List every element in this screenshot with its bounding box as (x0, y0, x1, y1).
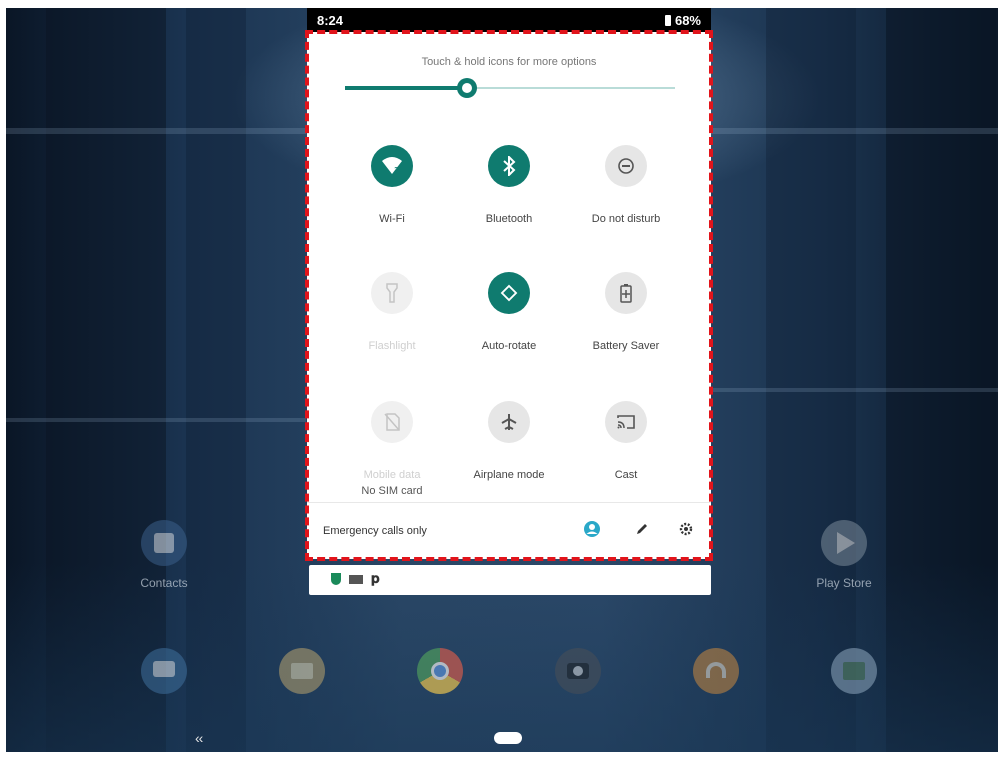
app-email[interactable] (272, 648, 332, 694)
tile-label: Auto-rotate (481, 340, 537, 352)
tile-auto-rotate[interactable]: Auto-rotate (444, 272, 574, 355)
tile-label: Cast (614, 469, 638, 481)
tile-label: Do not disturb (591, 213, 661, 225)
svg-text:?: ? (394, 166, 399, 176)
battery-indicator: 68% (664, 13, 701, 28)
app-gallery[interactable] (824, 648, 884, 694)
bluetooth-icon (488, 145, 530, 187)
app-camera[interactable] (548, 648, 608, 694)
auto-rotate-icon (488, 272, 530, 314)
contacts-icon (141, 520, 187, 566)
tile-bluetooth[interactable]: Bluetooth (444, 145, 574, 228)
app-chrome[interactable] (410, 648, 470, 694)
brightness-thumb-icon[interactable] (457, 78, 478, 98)
message-icon (349, 575, 363, 584)
gallery-icon (831, 648, 877, 694)
battery-icon (664, 15, 671, 26)
app-contacts[interactable]: Contacts (134, 520, 194, 590)
tile-label: Mobile data (363, 469, 421, 481)
play-store-icon (821, 520, 867, 566)
edit-pencil-icon[interactable] (631, 518, 653, 540)
tile-label: Airplane mode (473, 469, 545, 481)
app-play-store[interactable]: Play Store (814, 520, 874, 590)
tile-cast[interactable]: Cast (561, 401, 691, 484)
wifi-question-icon: ? (371, 145, 413, 187)
chrome-icon (417, 648, 463, 694)
do-not-disturb-icon (605, 145, 647, 187)
flashlight-icon (371, 272, 413, 314)
tile-label: Flashlight (368, 340, 416, 352)
quick-settings-panel: Touch & hold icons for more options ? Wi… (305, 30, 713, 561)
airplane-icon (488, 401, 530, 443)
user-account-icon[interactable] (581, 518, 603, 540)
cast-icon (605, 401, 647, 443)
quick-settings-hint: Touch & hold icons for more options (421, 56, 597, 68)
status-bar: 8:24 68% (307, 8, 711, 32)
back-chevrons-icon[interactable]: ‹‹ (195, 730, 203, 746)
app-label: Contacts (140, 576, 188, 590)
notification-icons-strip[interactable]: 𝐩 (309, 565, 711, 595)
messages-icon (141, 648, 187, 694)
tile-wifi[interactable]: ? Wi-Fi (327, 145, 457, 228)
shield-icon (331, 573, 341, 585)
tile-label: Wi-Fi (379, 213, 405, 225)
status-time: 8:24 (317, 13, 344, 28)
camera-icon (555, 648, 601, 694)
app-messages[interactable] (134, 648, 194, 694)
settings-gear-icon[interactable] (675, 518, 697, 540)
tile-do-not-disturb[interactable]: Do not disturb (561, 145, 691, 228)
app-label: Play Store (816, 576, 872, 590)
tile-sublabel: No SIM card (361, 485, 423, 497)
brightness-slider[interactable] (345, 78, 675, 98)
tile-flashlight[interactable]: Flashlight (327, 272, 457, 355)
tile-label: Bluetooth (485, 213, 533, 225)
tile-mobile-data[interactable]: Mobile data No SIM card (327, 401, 457, 498)
tile-label: Battery Saver (592, 340, 660, 352)
music-icon (693, 648, 739, 694)
tile-battery-saver[interactable]: Battery Saver (561, 272, 691, 355)
no-sim-icon (371, 401, 413, 443)
network-status-text: Emergency calls only (323, 525, 427, 537)
battery-saver-icon (605, 272, 647, 314)
app-music[interactable] (686, 648, 746, 694)
email-icon (279, 648, 325, 694)
home-pill-button[interactable] (494, 732, 522, 744)
tile-airplane-mode[interactable]: Airplane mode (444, 401, 574, 484)
parking-icon: 𝐩 (371, 570, 380, 586)
quick-settings-footer: Emergency calls only (307, 502, 711, 559)
